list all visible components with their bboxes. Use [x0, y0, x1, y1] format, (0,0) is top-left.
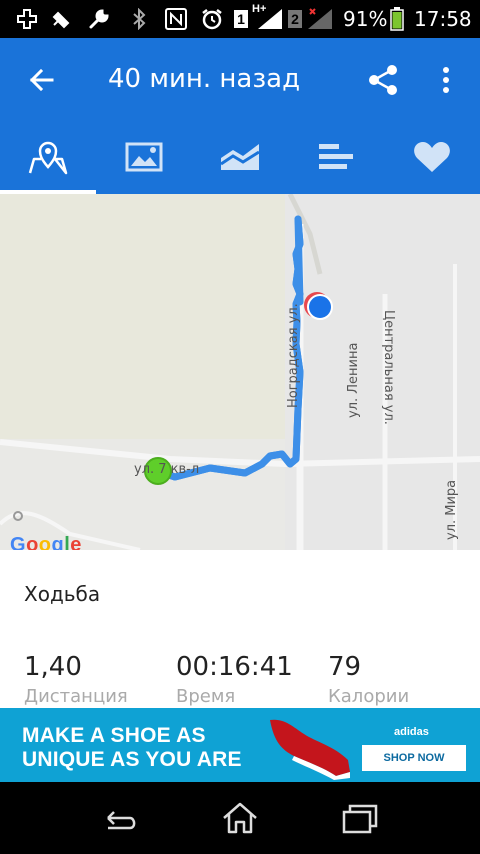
stat-distance: 1,40 Дистанция — [24, 652, 128, 707]
ad-headline: MAKE A SHOE AS UNIQUE AS YOU ARE — [22, 724, 242, 771]
arrow-back-icon[interactable] — [22, 60, 62, 100]
signal-sim2-icon — [304, 7, 334, 31]
tab-favorite[interactable] — [384, 124, 480, 194]
system-nav-bar — [0, 782, 480, 854]
calories-label: Калории — [328, 686, 410, 707]
sim1-badge: 1 — [234, 7, 248, 31]
tab-photos[interactable] — [96, 124, 192, 194]
nav-back-icon[interactable] — [100, 800, 140, 836]
satellite-icon — [50, 7, 74, 31]
status-bar: 1 H+ 2 91% 17:58 — [0, 0, 480, 38]
calories-value: 79 — [328, 652, 362, 682]
ad-brand-logo: adidas — [394, 726, 429, 738]
nav-home-icon[interactable] — [220, 800, 260, 836]
workout-details: Ходьба 1,40 Дистанция 00:16:41 Время 79 … — [0, 550, 480, 708]
distance-label: Дистанция — [24, 686, 128, 707]
nfc-icon — [163, 7, 189, 31]
map-label-nogradskaya: Ноградская ул. — [286, 303, 301, 408]
ad-banner[interactable]: MAKE A SHOE AS UNIQUE AS YOU ARE adidas … — [0, 708, 480, 782]
tab-charts[interactable] — [192, 124, 288, 194]
map-label-street7: ул. 7 кв-л — [134, 462, 200, 477]
signal-sim1-icon: H+ — [250, 3, 284, 31]
wrench-icon — [86, 7, 112, 31]
time-value: 00:16:41 — [176, 652, 293, 682]
google-logo: Google — [10, 534, 82, 550]
map-icon — [27, 139, 69, 180]
heart-icon — [413, 140, 451, 179]
bluetooth-icon — [130, 7, 148, 31]
shop-now-button[interactable]: SHOP NOW — [362, 745, 466, 771]
stat-calories: 79 Калории — [328, 652, 409, 707]
stat-time: 00:16:41 Время — [176, 652, 293, 707]
activity-type: Ходьба — [24, 582, 101, 606]
distance-value: 1,40 — [24, 652, 82, 682]
time-label: Время — [176, 686, 236, 707]
app-bar: 40 мин. назад — [0, 38, 480, 124]
plus-box-icon — [16, 7, 38, 31]
tab-bar — [0, 124, 480, 194]
map-label-lenina: ул. Ленина — [346, 342, 361, 418]
tab-laps[interactable] — [288, 124, 384, 194]
page-title: 40 мин. назад — [108, 64, 301, 94]
sim2-badge: 2 — [288, 7, 302, 31]
tab-map[interactable] — [0, 124, 96, 194]
map-label-mira: ул. Мира — [444, 479, 459, 540]
nav-recents-icon[interactable] — [340, 800, 380, 836]
share-icon[interactable] — [364, 60, 404, 100]
more-vert-icon[interactable] — [436, 60, 456, 100]
shoe-image — [264, 712, 354, 782]
alarm-icon — [199, 7, 225, 31]
battery-icon — [390, 7, 404, 31]
chart-area-icon — [219, 142, 261, 177]
map-label-centralnaya: Центральная ул. — [381, 310, 396, 425]
route-map[interactable]: Ноградская ул. ул. Ленина Центральная ул… — [0, 194, 480, 550]
photo-icon — [125, 142, 163, 177]
battery-percent: 91% — [343, 7, 388, 31]
bar-list-icon — [317, 142, 355, 177]
clock: 17:58 — [414, 7, 472, 31]
